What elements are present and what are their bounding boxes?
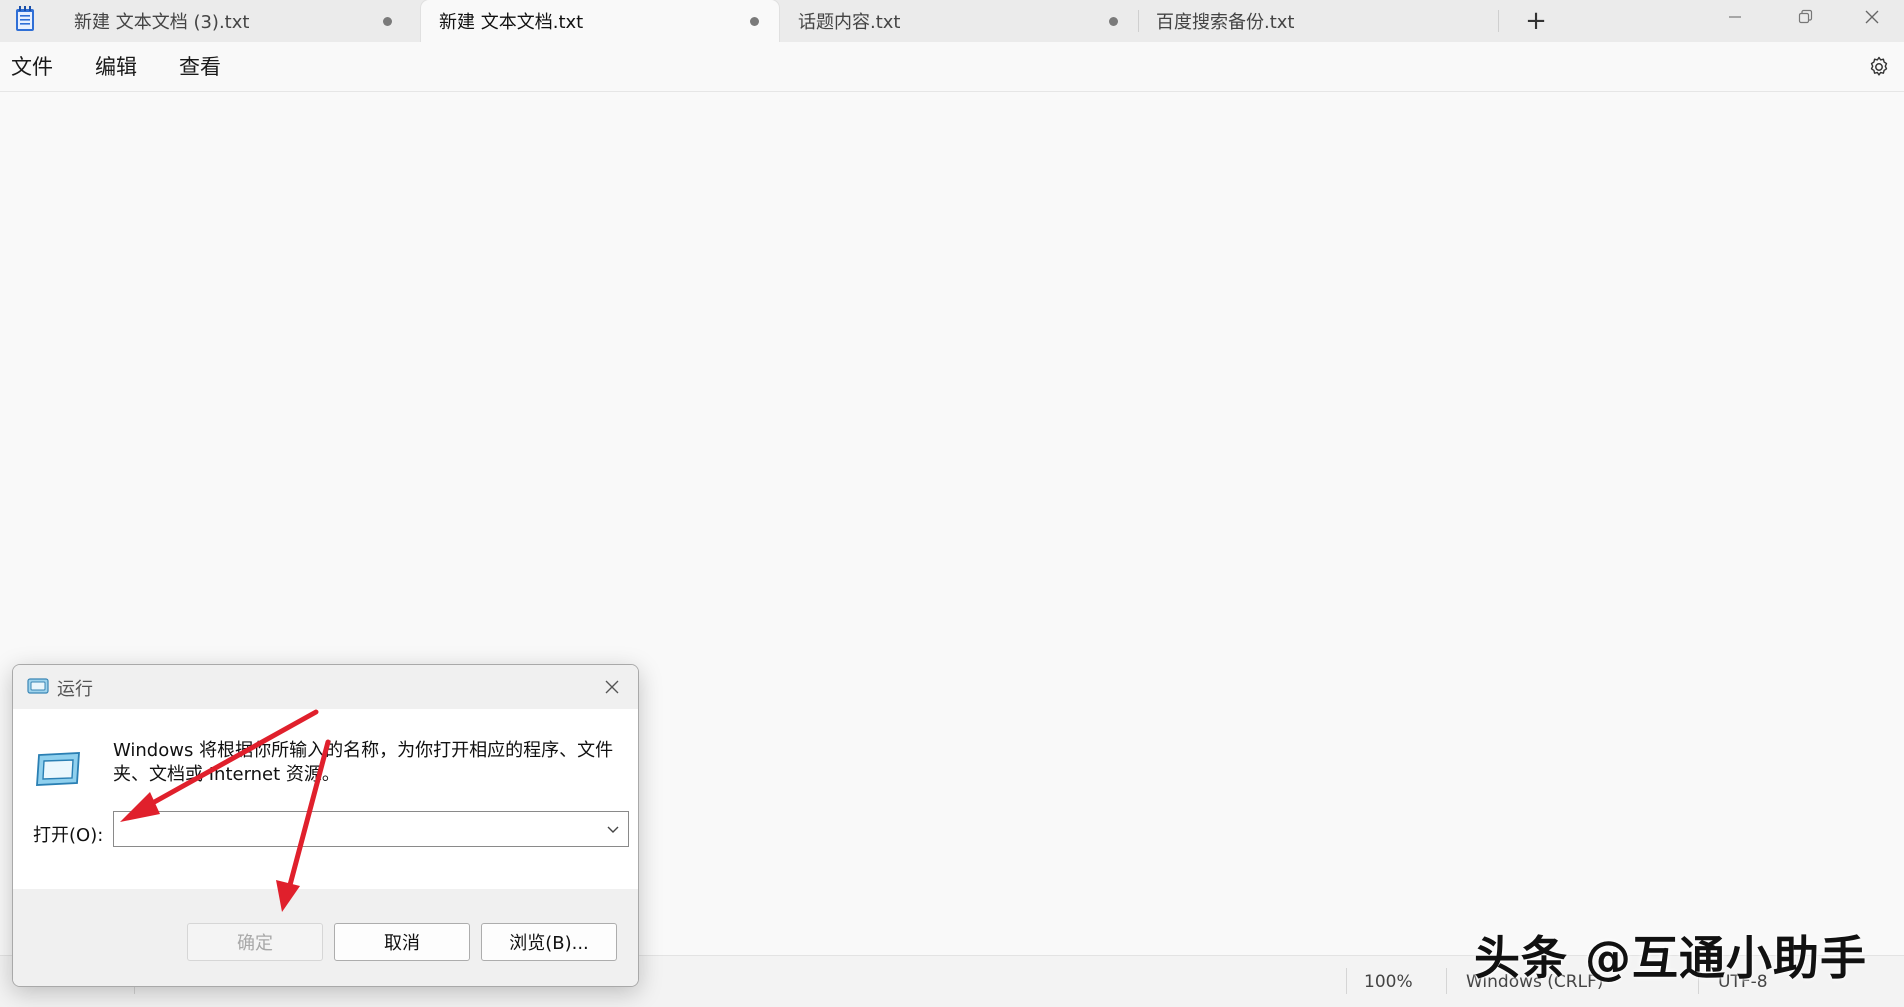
dialog-close-button[interactable] — [598, 673, 626, 701]
close-window-button[interactable] — [1840, 0, 1904, 34]
chevron-down-icon[interactable] — [604, 820, 622, 838]
tab-new-text-doc-3[interactable]: 新建 文本文档 (3).txt — [56, 0, 412, 42]
restore-button[interactable] — [1770, 0, 1840, 34]
open-combobox[interactable] — [113, 811, 629, 847]
modified-dot-icon — [750, 16, 759, 26]
run-dialog: 运行 Windows 将根据你所输入的名称，为你打开相应的程序、文件夹、文档或 … — [12, 664, 639, 987]
dialog-footer: 确定 取消 浏览(B)... — [13, 889, 638, 986]
minimize-icon — [1729, 16, 1741, 18]
gear-icon — [1870, 56, 1888, 76]
run-program-icon — [36, 752, 80, 786]
tab-baidu-backup[interactable]: 百度搜索备份.txt — [1138, 0, 1498, 42]
new-tab-button[interactable]: + — [1514, 4, 1558, 38]
open-input[interactable] — [114, 812, 594, 846]
tab-label: 话题内容.txt — [798, 12, 901, 33]
open-field-label: 打开(O): — [33, 825, 104, 846]
plus-icon: + — [1525, 6, 1547, 36]
browse-button[interactable]: 浏览(B)... — [481, 923, 617, 961]
dialog-title-bar: 运行 — [13, 665, 638, 709]
tab-new-text-doc[interactable]: 新建 文本文档.txt — [421, 0, 779, 42]
tab-separator — [1498, 10, 1499, 32]
dialog-title: 运行 — [57, 679, 93, 700]
cancel-button[interactable]: 取消 — [334, 923, 470, 961]
tab-label: 百度搜索备份.txt — [1156, 12, 1295, 33]
status-separator — [1346, 968, 1347, 994]
tab-bar: 新建 文本文档 (3).txt 新建 文本文档.txt 话题内容.txt 百度搜… — [0, 0, 1904, 42]
minimize-button[interactable] — [1700, 0, 1770, 34]
tab-label: 新建 文本文档.txt — [439, 12, 584, 33]
status-separator — [1446, 968, 1447, 994]
tab-topic-content[interactable]: 话题内容.txt — [780, 0, 1138, 42]
close-icon — [1865, 10, 1879, 24]
menu-edit[interactable]: 编辑 — [95, 52, 137, 82]
close-icon — [605, 680, 619, 694]
status-zoom[interactable]: 100% — [1364, 970, 1413, 994]
settings-button[interactable] — [1864, 52, 1894, 82]
ok-button[interactable]: 确定 — [187, 923, 323, 961]
modified-dot-icon — [1109, 16, 1118, 26]
menu-view[interactable]: 查看 — [179, 52, 221, 82]
tab-label: 新建 文本文档 (3).txt — [74, 12, 250, 33]
watermark-text: 头条 @互通小助手 — [1474, 931, 1868, 985]
modified-dot-icon — [383, 16, 392, 26]
notepad-app-icon — [16, 6, 34, 31]
menu-bar: 文件 编辑 查看 — [0, 42, 1904, 92]
dialog-body: Windows 将根据你所输入的名称，为你打开相应的程序、文件夹、文档或 Int… — [13, 709, 638, 889]
restore-icon — [1798, 9, 1813, 24]
menu-file[interactable]: 文件 — [11, 52, 53, 82]
dialog-description: Windows 将根据你所输入的名称，为你打开相应的程序、文件夹、文档或 Int… — [113, 740, 614, 785]
run-icon — [27, 678, 49, 694]
